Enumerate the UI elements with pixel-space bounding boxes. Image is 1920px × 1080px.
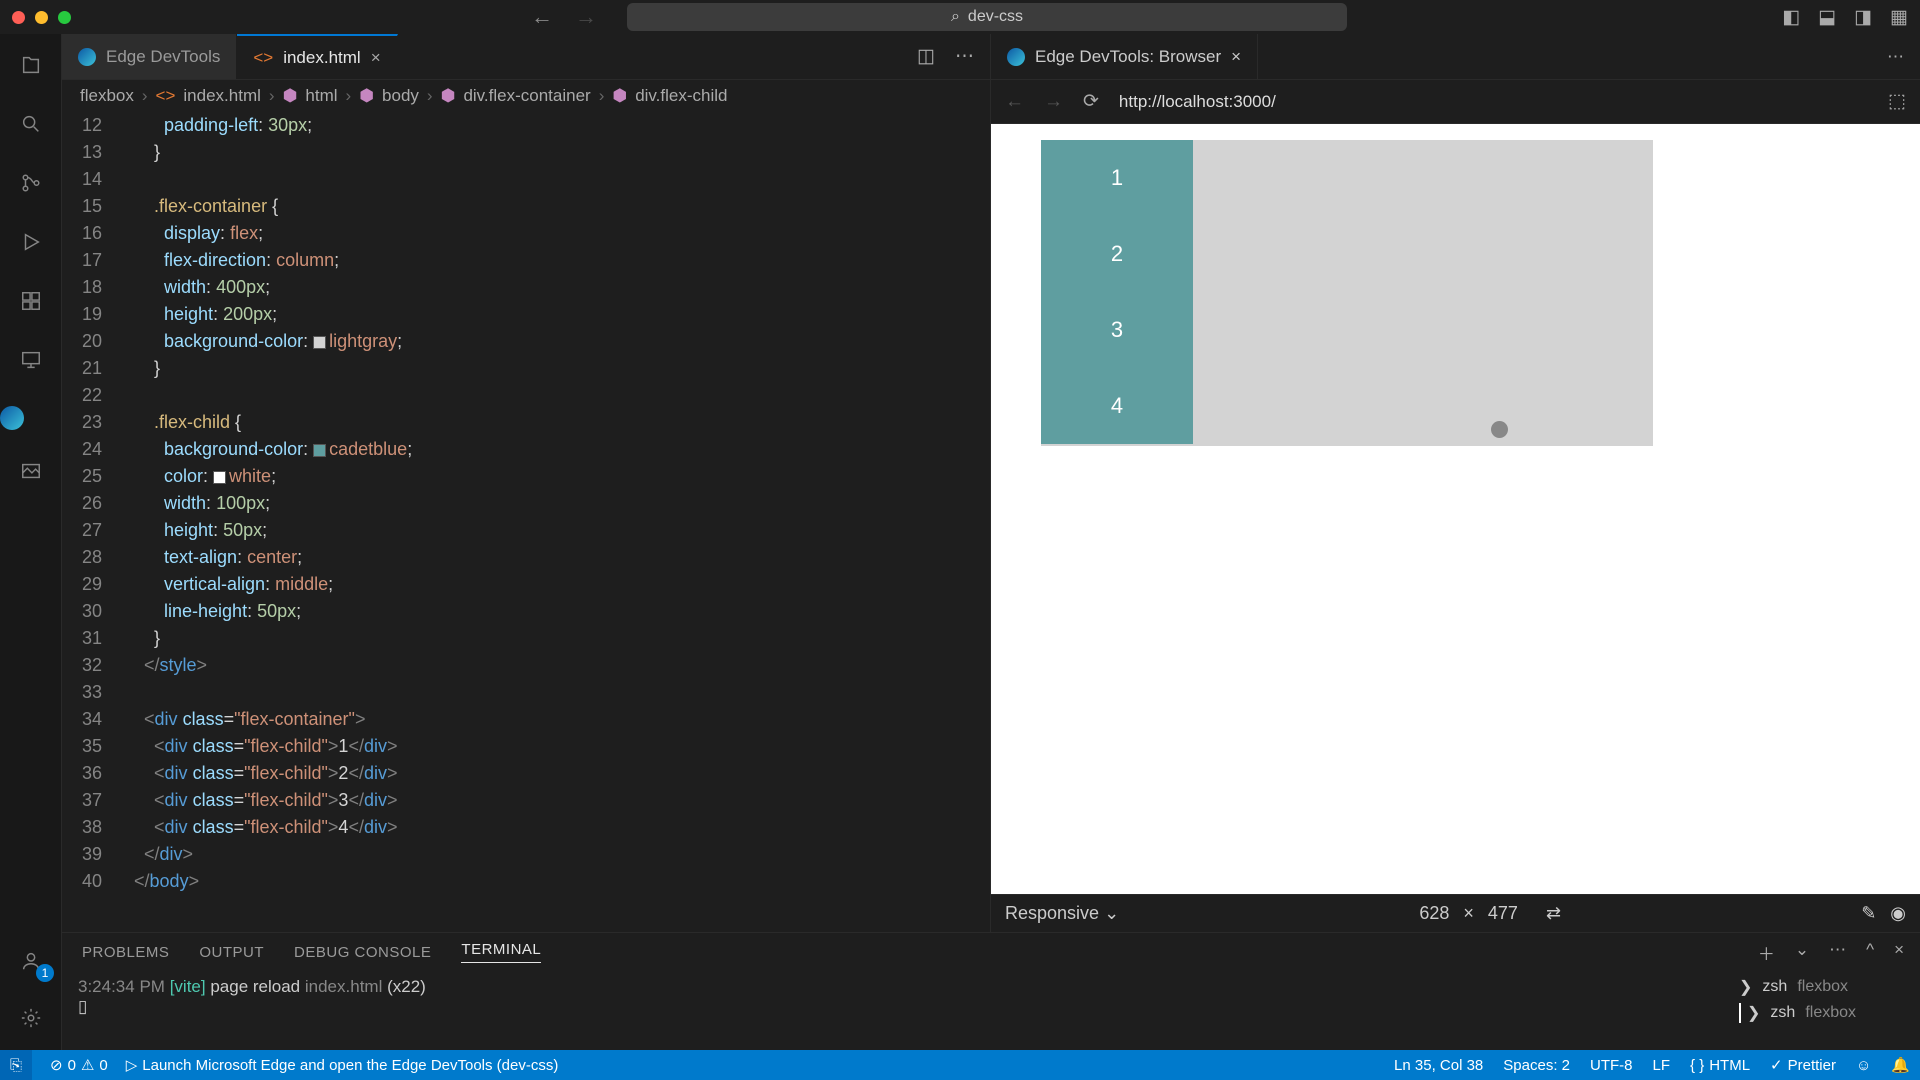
layout-customize-icon[interactable]: ▦ <box>1890 6 1908 29</box>
panel-tab-output[interactable]: OUTPUT <box>199 944 264 961</box>
browser-forward-icon[interactable]: → <box>1044 91 1063 113</box>
status-bell-icon[interactable]: 🔔 <box>1891 1056 1910 1074</box>
split-editor-icon[interactable]: ◫ <box>917 45 935 68</box>
new-terminal-icon[interactable]: ＋ <box>1758 940 1775 965</box>
rotate-icon[interactable]: ⇄ <box>1546 903 1561 924</box>
terminal-instance[interactable]: ❯zsh flexbox <box>1739 1003 1904 1023</box>
device-select[interactable]: Responsive ⌄ <box>1005 903 1119 924</box>
status-cursor-position[interactable]: Ln 35, Col 38 <box>1394 1057 1483 1074</box>
edge-icon <box>1007 48 1025 66</box>
dimension-separator-icon: × <box>1463 903 1474 924</box>
terminal-icon: ❯ <box>1747 1003 1760 1023</box>
layout-sidebar-left-icon[interactable]: ◧ <box>1782 6 1800 29</box>
device-toolbar: Responsive ⌄ 628 × 477 ⇄ ✎ ◉ <box>991 894 1920 932</box>
browser-back-icon[interactable]: ← <box>1005 91 1024 113</box>
maximize-panel-icon[interactable]: ^ <box>1866 940 1874 965</box>
error-icon: ⊘ <box>50 1056 63 1074</box>
tab-close-icon[interactable]: × <box>1231 47 1241 67</box>
panel-tab-problems[interactable]: PROBLEMS <box>82 944 169 961</box>
maximize-window-button[interactable] <box>58 11 71 24</box>
media-icon[interactable] <box>0 458 61 489</box>
status-launch-task[interactable]: ▷Launch Microsoft Edge and open the Edge… <box>126 1056 559 1074</box>
browser-reload-icon[interactable]: ⟳ <box>1083 90 1099 113</box>
rendered-flex-child: 3 <box>1041 292 1193 368</box>
minimize-window-button[interactable] <box>35 11 48 24</box>
html-file-icon: <> <box>253 48 273 68</box>
terminal-dropdown-icon[interactable]: ⌄ <box>1795 940 1809 965</box>
inspect-icon[interactable]: ⬚ <box>1888 90 1906 113</box>
touch-cursor-icon <box>1491 421 1508 438</box>
code-editor[interactable]: 1213141516171819202122232425262728293031… <box>62 112 990 932</box>
search-icon[interactable] <box>0 111 61 142</box>
browser-url[interactable]: http://localhost:3000/ <box>1119 92 1276 112</box>
terminal-icon: ❯ <box>1739 977 1752 997</box>
editor-group-right: Edge DevTools: Browser × ⋯ ← → ⟳ http://… <box>991 34 1920 932</box>
rendered-flex-child: 1 <box>1041 140 1193 216</box>
status-encoding[interactable]: UTF-8 <box>1590 1057 1633 1074</box>
activity-bar: 1 <box>0 34 62 1050</box>
status-prettier[interactable]: ✓Prettier <box>1770 1056 1836 1074</box>
viewport-width[interactable]: 628 <box>1419 903 1449 924</box>
edge-tools-icon[interactable] <box>0 406 61 430</box>
tab-close-icon[interactable]: × <box>371 48 381 68</box>
close-panel-icon[interactable]: × <box>1894 940 1904 965</box>
status-language[interactable]: { }HTML <box>1690 1057 1750 1074</box>
explorer-icon[interactable] <box>0 52 61 83</box>
run-debug-icon[interactable] <box>0 229 61 260</box>
status-eol[interactable]: LF <box>1653 1057 1671 1074</box>
status-indentation[interactable]: Spaces: 2 <box>1503 1057 1570 1074</box>
close-window-button[interactable] <box>12 11 25 24</box>
browser-viewport[interactable]: 1 2 3 4 <box>991 124 1920 894</box>
debug-icon: ▷ <box>126 1056 138 1074</box>
settings-badge: 1 <box>36 964 54 982</box>
status-bar: ⎘ ⊘0 ⚠0 ▷Launch Microsoft Edge and open … <box>0 1050 1920 1080</box>
settings-gear-icon[interactable] <box>20 1005 42 1036</box>
window-controls <box>12 11 71 24</box>
nav-forward-icon[interactable]: → <box>575 4 597 30</box>
source-control-icon[interactable] <box>0 170 61 201</box>
braces-icon: { } <box>1690 1057 1704 1074</box>
rendered-flex-child: 2 <box>1041 216 1193 292</box>
remote-icon: ⎘ <box>10 1057 22 1074</box>
search-icon: ⌕ <box>951 8 960 26</box>
tab-edge-devtools[interactable]: Edge DevTools <box>62 34 237 79</box>
rendered-flex-child: 4 <box>1041 368 1193 444</box>
more-actions-icon[interactable]: ⋯ <box>1887 47 1920 67</box>
titlebar: ← → ⌕ dev-css ◧ ⬓ ◨ ▦ <box>0 0 1920 34</box>
viewport-height[interactable]: 477 <box>1488 903 1518 924</box>
edge-icon <box>78 48 96 66</box>
warning-icon: ⚠ <box>81 1056 94 1074</box>
rendered-flex-container: 1 2 3 4 <box>1041 140 1653 446</box>
layout-panel-icon[interactable]: ⬓ <box>1818 6 1836 29</box>
status-feedback-icon[interactable]: ☺ <box>1856 1057 1871 1074</box>
search-text: dev-css <box>968 8 1023 26</box>
remote-explorer-icon[interactable] <box>0 347 61 378</box>
panel-tab-debug-console[interactable]: DEBUG CONSOLE <box>294 944 431 961</box>
more-actions-icon[interactable]: ⋯ <box>955 45 974 68</box>
chevron-down-icon: ⌄ <box>1104 903 1119 923</box>
browser-toolbar: ← → ⟳ http://localhost:3000/ ⬚ <box>991 80 1920 124</box>
terminal-instance[interactable]: ❯zsh flexbox <box>1739 977 1904 997</box>
breadcrumb[interactable]: flexbox› <>index.html› ⬢html› ⬢body› ⬢di… <box>62 80 990 112</box>
nav-back-icon[interactable]: ← <box>531 4 553 30</box>
command-center[interactable]: ⌕ dev-css <box>627 3 1347 31</box>
check-icon: ✓ <box>1770 1056 1783 1074</box>
editor-group-left: Edge DevTools <> index.html × ◫ ⋯ <box>62 34 991 932</box>
eye-icon[interactable]: ◉ <box>1890 903 1906 924</box>
layout-sidebar-right-icon[interactable]: ◨ <box>1854 6 1872 29</box>
tab-index-html[interactable]: <> index.html × <box>237 34 397 79</box>
extensions-icon[interactable] <box>0 288 61 319</box>
panel-tab-terminal[interactable]: TERMINAL <box>461 941 541 963</box>
status-problems[interactable]: ⊘0 ⚠0 <box>50 1056 108 1074</box>
split-terminal-icon[interactable]: ⋯ <box>1829 940 1846 965</box>
edit-icon[interactable]: ✎ <box>1861 903 1876 924</box>
panel: PROBLEMS OUTPUT DEBUG CONSOLE TERMINAL ＋… <box>62 932 1920 1050</box>
remote-indicator[interactable]: ⎘ <box>0 1050 32 1080</box>
terminal[interactable]: 3:24:34 PM [vite] page reload index.html… <box>62 971 1920 1050</box>
tab-edge-devtools-browser[interactable]: Edge DevTools: Browser × <box>991 34 1258 79</box>
